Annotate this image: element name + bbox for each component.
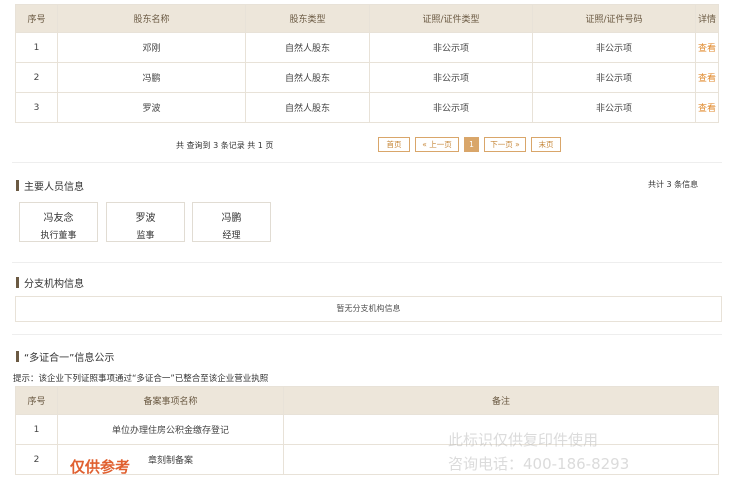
divider xyxy=(12,262,722,263)
filing-item-name: 单位办理住房公积金缴存登记 xyxy=(57,414,284,445)
shareholder-table: 序号 股东名称 股东类型 证照/证件类型 证照/证件号码 详情 1 邓刚 自然人… xyxy=(15,4,719,123)
shareholder-type: 自然人股东 xyxy=(245,92,370,123)
row-index: 3 xyxy=(15,92,58,123)
column-header: 股东类型 xyxy=(245,4,370,33)
divider xyxy=(12,162,722,163)
column-header: 证照/证件类型 xyxy=(369,4,533,33)
prev-page-button[interactable]: « 上一页 xyxy=(415,137,459,152)
branches-empty-message: 暂无分支机构信息 xyxy=(15,296,722,322)
row-index: 2 xyxy=(15,444,58,475)
next-page-button[interactable]: 下一页 » xyxy=(484,137,526,152)
section-title-personnel: 主要人员信息 xyxy=(16,178,84,193)
section-marker xyxy=(16,351,19,362)
section-title-text: 分支机构信息 xyxy=(24,279,84,290)
shareholder-type: 自然人股东 xyxy=(245,62,370,93)
person-card[interactable]: 冯友念 执行董事 xyxy=(19,202,98,242)
row-index: 1 xyxy=(15,32,58,63)
reference-only-stamp: 仅供参考 xyxy=(70,458,131,476)
view-details-link[interactable]: 查看 xyxy=(695,62,719,93)
id-type: 非公示项 xyxy=(369,92,533,123)
table-row: 3 罗波 自然人股东 非公示项 非公示项 查看 xyxy=(15,92,719,123)
person-role: 经理 xyxy=(222,231,241,241)
person-card[interactable]: 冯鹏 经理 xyxy=(192,202,271,242)
column-header: 详情 xyxy=(695,4,719,33)
section-title-multi-cert: “多证合一”信息公示 xyxy=(16,349,114,364)
pagination-summary: 共 查询到 3 条记录 共 1 页 xyxy=(176,141,274,150)
view-details-link[interactable]: 查看 xyxy=(695,32,719,63)
column-header: 备案事项名称 xyxy=(57,386,284,415)
section-title-text: 主要人员信息 xyxy=(24,182,84,193)
row-index: 1 xyxy=(15,414,58,445)
column-header: 股东名称 xyxy=(57,4,246,33)
multi-cert-hint: 提示：该企业下列证照事项通过“多证合一”已整合至该企业营业执照 xyxy=(13,374,269,384)
person-name: 冯友念 xyxy=(43,213,74,224)
section-marker xyxy=(16,277,19,288)
id-type: 非公示项 xyxy=(369,32,533,63)
table-header-row: 序号 股东名称 股东类型 证照/证件类型 证照/证件号码 详情 xyxy=(15,4,719,33)
personnel-count: 共计 3 条信息 xyxy=(648,180,699,189)
filing-note xyxy=(283,444,719,475)
first-page-button[interactable]: 首页 xyxy=(378,137,410,152)
row-index: 2 xyxy=(15,62,58,93)
column-header: 序号 xyxy=(15,4,58,33)
current-page-button[interactable]: 1 xyxy=(464,137,479,152)
table-row: 2 冯鹏 自然人股东 非公示项 非公示项 查看 xyxy=(15,62,719,93)
person-role: 执行董事 xyxy=(40,231,77,241)
shareholder-name: 罗波 xyxy=(57,92,246,123)
person-role: 监事 xyxy=(136,231,155,241)
person-name: 罗波 xyxy=(135,213,156,224)
shareholder-name: 邓刚 xyxy=(57,32,246,63)
shareholder-name: 冯鹏 xyxy=(57,62,246,93)
section-title-text: “多证合一”信息公示 xyxy=(24,353,115,364)
divider xyxy=(12,334,722,335)
column-header: 证照/证件号码 xyxy=(532,4,696,33)
id-type: 非公示项 xyxy=(369,62,533,93)
id-number: 非公示项 xyxy=(532,92,696,123)
id-number: 非公示项 xyxy=(532,62,696,93)
view-details-link[interactable]: 查看 xyxy=(695,92,719,123)
table-header-row: 序号 备案事项名称 备注 xyxy=(15,386,719,415)
filing-note xyxy=(283,414,719,445)
pagination: 首页 « 上一页 1 下一页 » 末页 xyxy=(378,137,566,152)
section-marker xyxy=(16,180,19,191)
person-name: 冯鹏 xyxy=(221,213,242,224)
person-card[interactable]: 罗波 监事 xyxy=(106,202,185,242)
shareholder-type: 自然人股东 xyxy=(245,32,370,63)
table-row: 1 单位办理住房公积金缴存登记 xyxy=(15,414,719,445)
table-row: 1 邓刚 自然人股东 非公示项 非公示项 查看 xyxy=(15,32,719,63)
column-header: 备注 xyxy=(283,386,719,415)
last-page-button[interactable]: 末页 xyxy=(531,137,561,152)
section-title-branches: 分支机构信息 xyxy=(16,275,84,290)
column-header: 序号 xyxy=(15,386,58,415)
id-number: 非公示项 xyxy=(532,32,696,63)
